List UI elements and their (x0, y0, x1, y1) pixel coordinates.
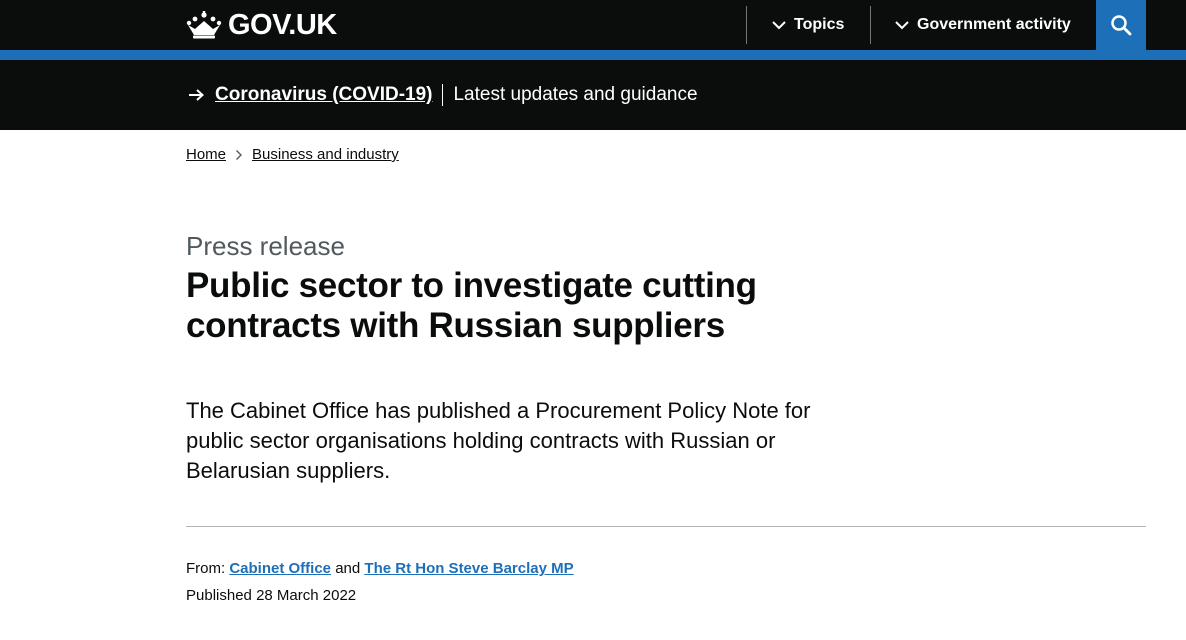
breadcrumb-business-link[interactable]: Business and industry (252, 146, 399, 163)
from-label: From: (186, 560, 226, 577)
search-icon (1111, 15, 1132, 36)
nav-government-activity-button[interactable]: Government activity (895, 0, 1071, 50)
breadcrumb: Home Business and industry (186, 146, 399, 163)
govuk-logo-link[interactable]: GOV.UK (186, 9, 337, 41)
section-divider (186, 526, 1146, 527)
nav-topics-label: Topics (794, 16, 845, 33)
nav-government-activity-label: Government activity (917, 16, 1071, 33)
arrow-right-icon (189, 89, 204, 101)
from-joiner: and (335, 560, 361, 577)
header-accent-stripe (0, 50, 1186, 60)
cabinet-office-link[interactable]: Cabinet Office (229, 560, 331, 577)
covid-description: Latest updates and guidance (453, 84, 698, 105)
chevron-down-icon (772, 21, 786, 30)
content-type-caption: Press release (186, 231, 345, 261)
logo-text: GOV.UK (228, 9, 337, 41)
metadata-from: From: Cabinet Office and The Rt Hon Stev… (186, 559, 574, 579)
chevron-down-icon (895, 21, 909, 30)
steve-barclay-link[interactable]: The Rt Hon Steve Barclay MP (364, 560, 573, 577)
search-button[interactable] (1096, 0, 1146, 50)
site-header: GOV.UK Topics Government activity (0, 0, 1186, 50)
crown-icon (186, 11, 222, 39)
published-date: 28 March 2022 (256, 587, 357, 604)
metadata-published: Published 28 March 2022 (186, 586, 356, 606)
page-title: Public sector to investigate cutting con… (186, 266, 757, 345)
nav-divider (870, 6, 871, 44)
chevron-right-icon (235, 149, 243, 161)
banner-separator (442, 84, 444, 106)
nav-topics-button[interactable]: Topics (772, 0, 844, 50)
covid-banner: Coronavirus (COVID-19) Latest updates an… (0, 60, 1186, 130)
lead-paragraph: The Cabinet Office has published a Procu… (186, 398, 811, 483)
nav-divider (746, 6, 747, 44)
published-label: Published (186, 587, 252, 604)
breadcrumb-home-link[interactable]: Home (186, 146, 226, 163)
covid-link[interactable]: Coronavirus (COVID-19) (215, 84, 432, 106)
